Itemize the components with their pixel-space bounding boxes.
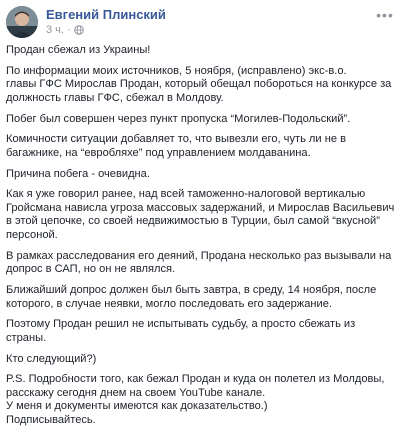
post-text-line: По информации моих источников, 5 ноября,… — [6, 64, 347, 77]
post-paragraph: Причина побега - очевидна. — [6, 168, 398, 182]
post-paragraph: Побег был совершен через пункт пропуска … — [6, 113, 398, 127]
post-text-line: страны. — [6, 331, 47, 344]
post-paragraph: Комичности ситуации добавляет то, что вы… — [6, 133, 398, 160]
post-text-line: в этой цепочке, со своей недвижимостью в… — [6, 215, 380, 228]
facebook-post: Евгений Плинский 3 ч. · ••• Продан сбежа… — [0, 0, 404, 443]
post-text-line: главы ГФС Мирослав Продан, который обеща… — [6, 78, 392, 91]
post-text-line: Гройсмана нависла угроза массовых задерж… — [6, 201, 395, 214]
post-paragraph: P.S. Подробности того, как бежал Продан … — [6, 373, 398, 427]
post-text-line: Ближайший допрос должен был быть завтра,… — [6, 283, 377, 296]
post-timestamp[interactable]: 3 ч. — [46, 24, 64, 36]
more-options-button[interactable]: ••• — [374, 6, 396, 24]
post-paragraph: В рамках расследования его деяний, Прода… — [6, 250, 398, 277]
post-text-line: Подписывайтесь. — [6, 414, 96, 426]
post-meta: 3 ч. · — [46, 24, 84, 36]
post-paragraph: Продан сбежал из Украины! — [6, 44, 398, 58]
post-text-line: Комичности ситуации добавляет то, что вы… — [6, 133, 346, 146]
post-text-line: Как я уже говорил ранее, над всей таможе… — [6, 188, 366, 201]
post-text-line: P.S. Подробности того, как бежал Продан … — [6, 373, 385, 386]
post-text-line: Кто следующий?) — [6, 352, 97, 365]
post-text-line: В рамках расследования его деяний, Прода… — [6, 249, 392, 262]
more-options-icon: ••• — [376, 7, 394, 23]
post-text-line: Причина побега - очевидна. — [6, 167, 150, 180]
post-body: Продан сбежал из Украины! По информации м… — [6, 44, 398, 428]
post-text-line: персоной. — [6, 229, 58, 241]
post-paragraph: Поэтому Продан решил не испытывать судьб… — [6, 318, 398, 345]
post-text-line: должность главы ГФС, сбежал в Молдову. — [6, 91, 224, 104]
avatar[interactable] — [6, 6, 38, 38]
post-text-line: Побег был совершен через пункт пропуска … — [6, 112, 351, 125]
post-text-line: расскажу сегодня днем на своем YouTube к… — [6, 386, 266, 399]
post-text-line: У меня и документы имеются как доказател… — [6, 400, 268, 413]
post-text-line: багажнике, на “евробляхе” под управление… — [6, 146, 311, 159]
post-text-line: Продан сбежал из Украины! — [6, 44, 151, 56]
post-paragraph: По информации моих источников, 5 ноября,… — [6, 65, 398, 106]
post-paragraph: Кто следующий?) — [6, 353, 398, 367]
post-paragraph: Как я уже говорил ранее, над всей таможе… — [6, 188, 398, 242]
post-header: Евгений Плинский 3 ч. · ••• — [6, 6, 398, 40]
post-text-line: Поэтому Продан решил не испытывать судьб… — [6, 318, 356, 331]
meta-separator: · — [66, 24, 71, 36]
globe-icon[interactable] — [73, 25, 84, 35]
post-paragraph: Ближайший допрос должен был быть завтра,… — [6, 284, 398, 311]
post-text-line: допрос в САП, но он не являлся. — [6, 263, 176, 276]
author-name[interactable]: Евгений Плинский — [46, 7, 166, 22]
post-text-line: которого, в случае неявки, могло последо… — [6, 297, 332, 310]
avatar-photo-icon — [6, 6, 38, 38]
